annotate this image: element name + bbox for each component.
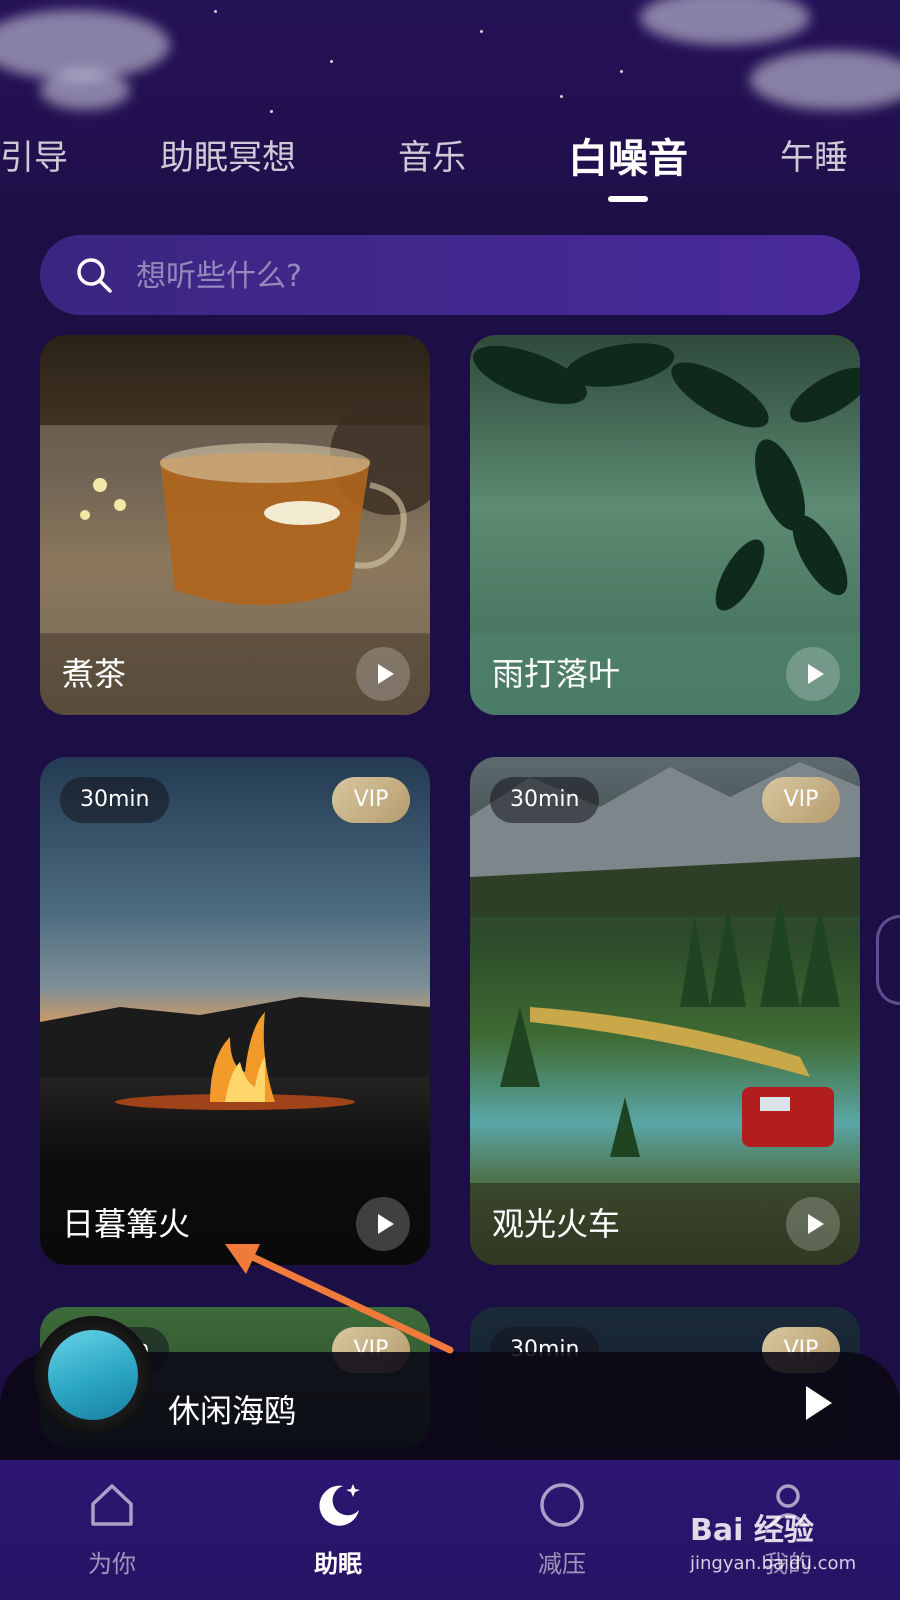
star-decoration bbox=[560, 95, 563, 98]
watermark-url: jingyan.baidu.com bbox=[690, 1553, 857, 1574]
card-title: 观光火车 bbox=[492, 1205, 621, 1243]
duration-badge: 30min bbox=[60, 777, 170, 823]
play-button[interactable] bbox=[356, 647, 410, 701]
moon-icon bbox=[319, 1484, 360, 1526]
duration-badge: 30min bbox=[490, 777, 600, 823]
campfire-illustration bbox=[40, 997, 430, 1110]
tab-sleep-meditation[interactable]: 助眠冥想 bbox=[160, 130, 296, 179]
tab-guide[interactable]: 引导 bbox=[0, 130, 68, 179]
nav-label: 助眠 bbox=[314, 1550, 362, 1578]
tab-white-noise[interactable]: 白噪音 bbox=[568, 126, 688, 184]
search-input[interactable] bbox=[134, 251, 818, 301]
play-button[interactable] bbox=[786, 647, 840, 701]
leaves-illustration bbox=[473, 343, 860, 611]
card-title: 煮茶 bbox=[62, 655, 127, 693]
sound-card-rain-leaves[interactable]: 雨打落叶 bbox=[470, 335, 860, 715]
vip-badge: VIP bbox=[762, 777, 840, 823]
nav-item-for-you[interactable]: 为你 bbox=[42, 1480, 182, 1579]
side-drawer-handle[interactable] bbox=[876, 915, 900, 1005]
watermark-brand: Bai 经验 bbox=[690, 1513, 814, 1548]
vip-badge: VIP bbox=[332, 777, 410, 823]
cloud-decoration bbox=[750, 50, 900, 110]
seagull-cover-art bbox=[48, 1330, 138, 1420]
nav-item-stress-relief[interactable]: 减压 bbox=[492, 1480, 632, 1579]
now-playing-disc[interactable] bbox=[34, 1316, 152, 1434]
card-title: 雨打落叶 bbox=[492, 655, 621, 693]
sound-card-tea[interactable]: 煮茶 bbox=[40, 335, 430, 715]
nav-label: 减压 bbox=[538, 1550, 586, 1578]
nav-item-sleep[interactable]: 助眠 bbox=[268, 1480, 408, 1579]
tab-nap[interactable]: 午睡 bbox=[780, 130, 848, 179]
now-playing-title: 休闲海鸥 bbox=[168, 1392, 297, 1430]
search-icon bbox=[77, 258, 112, 293]
tab-music[interactable]: 音乐 bbox=[398, 130, 466, 179]
home-icon bbox=[91, 1484, 133, 1526]
sound-card-train[interactable]: 30min VIP 观光火车 bbox=[470, 757, 860, 1265]
star-decoration bbox=[620, 70, 623, 73]
category-tabs: 引导 助眠冥想 音乐 白噪音 午睡 bbox=[0, 130, 900, 210]
sound-card-campfire[interactable]: 30min VIP 日暮篝火 bbox=[40, 757, 430, 1265]
star-decoration bbox=[330, 60, 333, 63]
card-title: 日暮篝火 bbox=[62, 1205, 191, 1243]
star-decoration bbox=[214, 10, 217, 13]
cloud-decoration bbox=[40, 70, 130, 110]
active-tab-indicator bbox=[608, 196, 648, 202]
annotation-arrow bbox=[225, 1244, 454, 1354]
star-decoration bbox=[480, 30, 483, 33]
tea-cup-illustration bbox=[40, 395, 430, 635]
play-button[interactable] bbox=[786, 1197, 840, 1251]
circle-icon bbox=[540, 1483, 584, 1527]
star-decoration bbox=[270, 110, 273, 113]
nav-label: 为你 bbox=[88, 1550, 136, 1578]
search-bar[interactable] bbox=[40, 235, 860, 315]
cloud-decoration bbox=[640, 0, 810, 45]
mini-player-play-button[interactable] bbox=[798, 1384, 838, 1428]
